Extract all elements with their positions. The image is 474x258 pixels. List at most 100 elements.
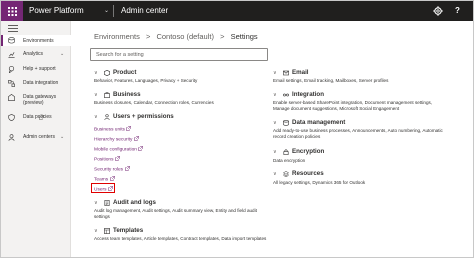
section-encryption: ∨ Encryption Data encryption	[273, 148, 463, 166]
chevron-down-icon[interactable]: ⌄	[60, 134, 64, 140]
section-title: Audit and logs	[113, 199, 156, 206]
section-title: Users + permissions	[113, 113, 174, 120]
section-templates: ∨ Templates Access team templates, Artic…	[94, 227, 274, 245]
integration-icon	[283, 93, 289, 97]
breadcrumb-environment[interactable]: Contoso (default)	[156, 32, 214, 41]
chevron-down-icon[interactable]: ∨	[94, 113, 98, 121]
chevron-down-icon[interactable]: ∨	[273, 170, 277, 178]
chevron-down-icon[interactable]: ∨	[273, 91, 277, 99]
templates-icon	[104, 228, 110, 234]
data-policies-icon	[8, 114, 15, 121]
breadcrumb-environments[interactable]: Environments	[94, 32, 140, 41]
app-name[interactable]: Power Platform	[29, 6, 84, 16]
help-icon[interactable]: ?	[455, 6, 460, 16]
sidebar-item-environments[interactable]: Environments	[1, 35, 71, 46]
section-email: ∨ Email Email settings, Email tracking, …	[273, 69, 463, 87]
sidebar: Environments Analytics ⌄ Help + support …	[1, 21, 71, 257]
users-highlight-box	[91, 183, 115, 193]
section-product: ∨ Product Behavior, Features, Languages,…	[94, 69, 264, 87]
analytics-icon	[8, 52, 15, 58]
breadcrumb-separator: >	[220, 32, 225, 41]
section-description[interactable]: record creation policies	[273, 134, 320, 140]
section-integration: ∨ Integration Enable server-based ShareP…	[273, 91, 468, 115]
chevron-down-icon[interactable]: ∨	[94, 91, 98, 99]
section-title: Business	[113, 91, 141, 98]
external-link-icon	[134, 135, 139, 141]
breadcrumb-current: Settings	[230, 32, 258, 41]
sidebar-item-label: Data gateways (preview)	[23, 94, 57, 106]
chevron-down-icon[interactable]: ∨	[273, 119, 277, 127]
external-link-icon	[115, 155, 120, 161]
chevron-down-icon[interactable]: ∨	[273, 69, 277, 77]
section-business: ∨ Business Business closures, Calendar, …	[94, 91, 264, 109]
sidebar-item-data-integration[interactable]: Data integration	[1, 80, 71, 88]
sidebar-item-label: Environments	[23, 37, 54, 44]
section-description[interactable]: Business closures, Calendar, Connection …	[94, 100, 214, 106]
admin-centers-icon	[8, 134, 15, 141]
external-link-icon	[124, 165, 130, 171]
header-divider	[113, 5, 114, 17]
section-description[interactable]: All legacy settings, Dynamics 365 for Ou…	[273, 180, 365, 186]
section-description[interactable]: Data encryption	[273, 158, 305, 164]
section-title: Encryption	[292, 148, 325, 155]
section-title: Email	[292, 69, 309, 76]
link-mobile-configuration[interactable]: Mobile configuration	[94, 145, 144, 154]
section-title: Resources	[292, 170, 324, 177]
link-security-roles[interactable]: Security roles	[94, 165, 130, 174]
hamburger-menu-icon[interactable]	[8, 25, 18, 33]
waffle-icon[interactable]	[1, 1, 23, 21]
chevron-down-icon[interactable]: ∨	[94, 69, 98, 77]
help-support-icon	[8, 66, 15, 73]
sidebar-item-data-gateways[interactable]: Data gateways (preview)	[1, 94, 71, 108]
link-teams[interactable]: Teams	[94, 175, 115, 184]
active-indicator	[1, 35, 3, 46]
sidebar-item-data-policies[interactable]: Data policies	[1, 114, 71, 122]
section-description[interactable]: settings	[94, 214, 110, 220]
audit-logs-icon	[104, 200, 110, 206]
users-permissions-icon	[104, 114, 110, 120]
section-description[interactable]: Email settings, Email tracking, Mailboxe…	[273, 78, 388, 84]
business-icon	[104, 92, 110, 98]
section-users-permissions: ∨ Users + permissions Business units Hie…	[94, 113, 264, 195]
chevron-down-icon[interactable]: ⌄	[60, 51, 64, 57]
data-gateways-icon	[8, 94, 15, 101]
external-link-icon	[109, 175, 115, 181]
top-bar: Power Platform ⌄ Admin center ?	[1, 1, 473, 21]
data-management-icon	[283, 120, 289, 126]
chevron-down-icon[interactable]: ∨	[94, 227, 98, 235]
page-name: Admin center	[121, 6, 169, 15]
sidebar-item-label: Analytics	[23, 51, 44, 57]
chevron-down-icon[interactable]: ∨	[94, 199, 98, 207]
external-link-icon	[138, 145, 144, 151]
section-title: Data management	[292, 119, 346, 126]
section-audit-logs: ∨ Audit and logs Audit log management, A…	[94, 199, 269, 223]
sidebar-item-help-support[interactable]: Help + support	[1, 66, 71, 74]
encryption-icon	[283, 149, 289, 155]
section-title: Templates	[113, 227, 144, 234]
section-title: Product	[113, 69, 137, 76]
app-window: Power Platform ⌄ Admin center ? Environm…	[0, 0, 474, 258]
email-icon	[283, 70, 289, 76]
section-description[interactable]: Access team templates, Article templates…	[94, 236, 266, 242]
section-title: Integration	[292, 91, 324, 98]
app-switcher-chevron-icon[interactable]: ⌄	[104, 7, 109, 15]
gear-icon[interactable]	[433, 6, 443, 16]
link-business-units[interactable]: Business units	[94, 125, 132, 134]
link-hierarchy-security[interactable]: Hierarchy security	[94, 135, 139, 144]
chevron-down-icon[interactable]: ∨	[273, 148, 277, 156]
section-description[interactable]: Behavior, Features, Languages, Privacy +…	[94, 78, 197, 84]
sidebar-item-analytics[interactable]: Analytics ⌄	[1, 51, 71, 59]
environments-icon	[8, 37, 15, 44]
data-integration-icon	[8, 80, 15, 87]
search-input[interactable]	[90, 48, 268, 61]
section-data-management: ∨ Data management Add ready-to-use busin…	[273, 119, 468, 143]
sidebar-item-label: Data integration	[23, 80, 59, 86]
resources-icon	[283, 171, 289, 177]
sidebar-item-admin-centers[interactable]: Admin centers ⌄	[1, 134, 71, 142]
section-description[interactable]: Manage document suggestions, Microsoft S…	[273, 106, 399, 112]
sidebar-item-label: Admin centers	[23, 134, 55, 140]
link-positions[interactable]: Positions	[94, 155, 120, 164]
section-description[interactable]: Audit log management, Audit settings, Au…	[94, 208, 257, 214]
section-resources: ∨ Resources All legacy settings, Dynamic…	[273, 170, 463, 188]
sidebar-item-label: Help + support	[23, 66, 56, 72]
